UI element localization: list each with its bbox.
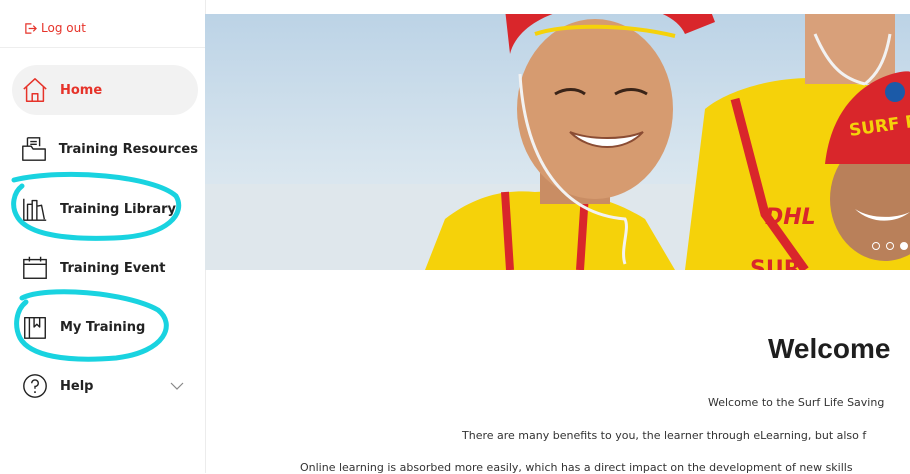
sidebar: Log out Home Training Resources Training…	[0, 0, 206, 473]
welcome-paragraph-1: Welcome to the Surf Life Saving	[708, 396, 885, 409]
carousel-dot-3[interactable]	[900, 242, 908, 250]
logout-link[interactable]: Log out	[24, 19, 86, 37]
sidebar-item-training-event[interactable]: Training Event	[12, 243, 198, 293]
sidebar-item-training-library[interactable]: Training Library	[12, 184, 198, 234]
sidebar-item-training-resources[interactable]: Training Resources	[12, 124, 198, 174]
help-circle-icon	[20, 371, 50, 401]
folder-icon	[20, 134, 49, 164]
calendar-icon	[20, 253, 50, 283]
sidebar-item-home[interactable]: Home	[12, 65, 198, 115]
sidebar-item-label: Training Library	[60, 201, 176, 217]
sidebar-item-my-training[interactable]: My Training	[12, 302, 198, 352]
carousel-dots	[872, 242, 908, 250]
logout-icon	[25, 22, 37, 34]
logout-label: Log out	[41, 21, 86, 35]
carousel-dot-2[interactable]	[886, 242, 894, 250]
welcome-paragraph-2: There are many benefits to you, the lear…	[462, 429, 867, 442]
page-title: Welcome	[768, 333, 891, 364]
sidebar-item-label: Training Resources	[58, 141, 198, 157]
hero-banner: DHL SUR SURF RE	[205, 14, 910, 270]
sidebar-item-label: Training Event	[60, 260, 166, 276]
bookmark-book-icon	[20, 312, 50, 342]
sidebar-item-label: Help	[60, 378, 94, 394]
home-icon	[20, 75, 50, 105]
divider	[0, 47, 205, 48]
carousel-dot-1[interactable]	[872, 242, 880, 250]
chevron-down-icon[interactable]	[170, 379, 184, 393]
sidebar-item-label: Home	[60, 82, 103, 98]
hero-image: DHL SUR SURF RE	[205, 14, 910, 270]
sidebar-item-help[interactable]: Help	[12, 361, 198, 411]
sidebar-item-label: My Training	[60, 319, 146, 335]
library-icon	[20, 194, 50, 224]
welcome-paragraph-3: Online learning is absorbed more easily,…	[300, 461, 853, 474]
shirt-lower-text: SUR	[750, 257, 801, 270]
shirt-logo-text: DHL	[765, 205, 816, 230]
